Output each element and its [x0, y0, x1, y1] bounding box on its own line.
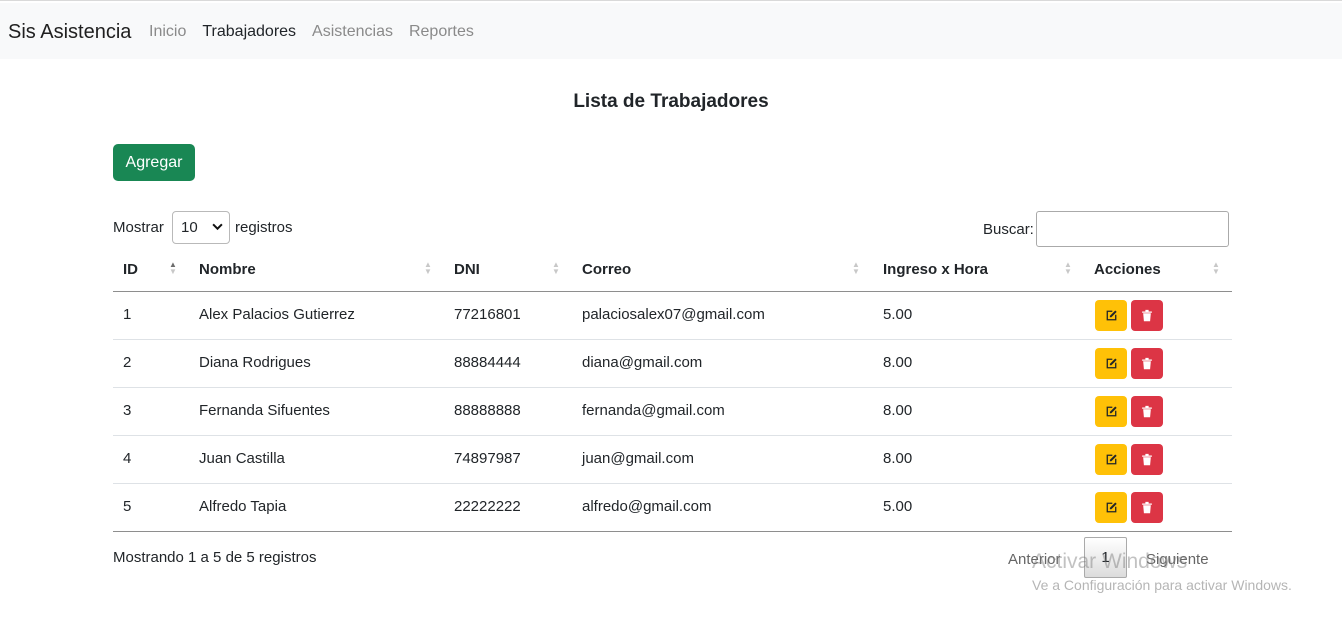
edit-icon — [1106, 310, 1117, 321]
nav-link-asistencias[interactable]: Asistencias — [312, 23, 393, 41]
cell-correo: juan@gmail.com — [582, 450, 694, 467]
cell-ingreso: 8.00 — [883, 450, 913, 467]
delete-button[interactable] — [1131, 444, 1163, 475]
column-header-nombre[interactable]: Nombre — [199, 261, 256, 278]
edit-icon — [1106, 502, 1117, 513]
cell-correo: palaciosalex07@gmail.com — [582, 306, 765, 323]
cell-dni: 88888888 — [454, 402, 521, 419]
trash-icon — [1142, 453, 1152, 466]
nav-link-reportes[interactable]: Reportes — [409, 23, 474, 41]
cell-ingreso: 8.00 — [883, 354, 913, 371]
edit-button[interactable] — [1095, 396, 1127, 427]
table-row: 4 Juan Castilla 74897987 juan@gmail.com … — [113, 436, 1232, 484]
show-entries-suffix: registros — [235, 219, 293, 236]
workers-table: ID ▲ ▼ Nombre ▲ ▼ DNI ▲ ▼ Correo ▲ ▼ Ingreso… — [113, 248, 1232, 532]
cell-nombre: Alex Palacios Gutierrez — [199, 306, 355, 323]
column-header-acciones[interactable]: Acciones — [1094, 261, 1161, 278]
page-size-value: 10 — [181, 219, 198, 236]
edit-icon — [1106, 406, 1117, 417]
column-header-dni[interactable]: DNI — [454, 261, 480, 278]
edit-button[interactable] — [1095, 348, 1127, 379]
cell-id: 1 — [123, 306, 132, 323]
activation-watermark-title: Activar Windows — [1032, 550, 1188, 573]
nav-link-inicio[interactable]: Inicio — [149, 23, 186, 41]
cell-correo: alfredo@gmail.com — [582, 498, 712, 515]
trash-icon — [1142, 309, 1152, 322]
trash-icon — [1142, 405, 1152, 418]
table-info: Mostrando 1 a 5 de 5 registros — [113, 549, 317, 566]
cell-dni: 22222222 — [454, 498, 521, 515]
activation-watermark-subtitle: Ve a Configuración para activar Windows. — [1032, 577, 1292, 593]
cell-nombre: Diana Rodrigues — [199, 354, 311, 371]
cell-ingreso: 5.00 — [883, 306, 913, 323]
search-label: Buscar: — [983, 221, 1034, 238]
cell-nombre: Juan Castilla — [199, 450, 285, 467]
cell-nombre: Alfredo Tapia — [199, 498, 287, 515]
sort-icon: ▲ ▼ — [1212, 260, 1220, 276]
navbar: Sis Asistencia Inicio Trabajadores Asist… — [0, 3, 1342, 59]
delete-button[interactable] — [1131, 492, 1163, 523]
cell-id: 5 — [123, 498, 132, 515]
sort-asc-icon: ▲ ▼ — [169, 260, 177, 276]
cell-id: 2 — [123, 354, 132, 371]
table-row: 2 Diana Rodrigues 88884444 diana@gmail.c… — [113, 340, 1232, 388]
sort-icon: ▲ ▼ — [424, 260, 432, 276]
cell-correo: fernanda@gmail.com — [582, 402, 725, 419]
page-title: Lista de Trabajadores — [573, 91, 769, 112]
column-header-correo[interactable]: Correo — [582, 261, 631, 278]
table-row: 5 Alfredo Tapia 22222222 alfredo@gmail.c… — [113, 484, 1232, 532]
sort-icon: ▲ ▼ — [852, 260, 860, 276]
delete-button[interactable] — [1131, 300, 1163, 331]
add-button[interactable]: Agregar — [113, 144, 195, 181]
navbar-brand[interactable]: Sis Asistencia — [8, 21, 131, 44]
trash-icon — [1142, 501, 1152, 514]
cell-dni: 77216801 — [454, 306, 521, 323]
cell-id: 3 — [123, 402, 132, 419]
cell-ingreso: 5.00 — [883, 498, 913, 515]
sort-icon: ▲ ▼ — [1064, 260, 1072, 276]
edit-button[interactable] — [1095, 300, 1127, 331]
cell-correo: diana@gmail.com — [582, 354, 703, 371]
delete-button[interactable] — [1131, 396, 1163, 427]
edit-icon — [1106, 358, 1117, 369]
edit-icon — [1106, 454, 1117, 465]
table-header: ID ▲ ▼ Nombre ▲ ▼ DNI ▲ ▼ Correo ▲ ▼ Ingreso… — [113, 248, 1232, 292]
show-entries-label: Mostrar — [113, 219, 164, 236]
cell-dni: 74897987 — [454, 450, 521, 467]
table-row: 3 Fernanda Sifuentes 88888888 fernanda@g… — [113, 388, 1232, 436]
sort-icon: ▲ ▼ — [552, 260, 560, 276]
cell-nombre: Fernanda Sifuentes — [199, 402, 330, 419]
trash-icon — [1142, 357, 1152, 370]
column-header-id[interactable]: ID — [123, 261, 138, 278]
nav-link-trabajadores[interactable]: Trabajadores — [202, 23, 296, 41]
edit-button[interactable] — [1095, 444, 1127, 475]
search-input[interactable] — [1036, 211, 1229, 247]
edit-button[interactable] — [1095, 492, 1127, 523]
column-header-ingreso[interactable]: Ingreso x Hora — [883, 261, 988, 278]
table-row: 1 Alex Palacios Gutierrez 77216801 palac… — [113, 292, 1232, 340]
chevron-down-icon — [212, 221, 223, 235]
cell-ingreso: 8.00 — [883, 402, 913, 419]
page-size-select[interactable]: 10 — [172, 211, 230, 244]
cell-dni: 88884444 — [454, 354, 521, 371]
cell-id: 4 — [123, 450, 132, 467]
delete-button[interactable] — [1131, 348, 1163, 379]
nav-links: Inicio Trabajadores Asistencias Reportes — [149, 23, 490, 41]
